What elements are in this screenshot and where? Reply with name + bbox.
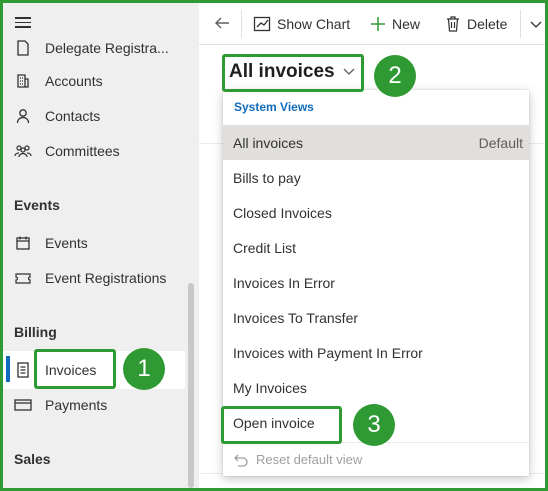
sidebar-item-label: Events [45, 235, 88, 251]
default-tag: Default [478, 134, 523, 151]
sidebar-item-committees[interactable]: Committees [3, 134, 199, 168]
sidebar-scrollbar[interactable] [188, 283, 194, 488]
command-bar: Show Chart New Delete [199, 3, 545, 45]
dropdown-header: System Views [234, 100, 314, 114]
undo-icon [234, 454, 248, 467]
view-option-bills-to-pay[interactable]: Bills to pay [223, 160, 529, 195]
sidebar-item-label: Delegate Registra... [45, 40, 169, 56]
callout-badge-3: 3 [353, 404, 395, 446]
new-button[interactable]: New [370, 13, 420, 35]
sidebar-item-label: Payments [45, 397, 108, 413]
view-option-my-invoices[interactable]: My Invoices [223, 370, 529, 405]
ticket-icon [14, 269, 32, 287]
view-option-label: Credit List [233, 239, 297, 256]
new-label: New [392, 16, 421, 32]
view-option-label: Closed Invoices [233, 204, 332, 221]
view-option-label: Invoices In Error [233, 274, 335, 291]
callout-box-open-invoice [221, 406, 342, 444]
calendar-icon [14, 234, 32, 252]
view-option-invoices-to-transfer[interactable]: Invoices To Transfer [223, 300, 529, 335]
view-option-label: Invoices with Payment In Error [233, 344, 423, 361]
sidebar-item-event-registrations[interactable]: Event Registrations [3, 261, 199, 295]
sidebar-item-events[interactable]: Events [3, 226, 199, 260]
payment-icon [14, 396, 32, 414]
view-option-label: My Invoices [233, 379, 307, 396]
view-option-all-invoices[interactable]: All invoices Default [223, 125, 529, 160]
plus-icon [371, 17, 385, 31]
delete-label: Delete [467, 16, 508, 32]
section-heading-events: Events [14, 197, 60, 213]
toolbar-divider [241, 10, 242, 38]
section-heading-billing: Billing [14, 324, 57, 340]
toolbar-divider [520, 10, 521, 38]
chevron-down-icon[interactable] [530, 17, 542, 35]
sidebar-item-label: Committees [45, 143, 120, 159]
invoice-icon [14, 361, 32, 379]
sidebar: Delegate Registra... Accounts Contacts C… [3, 3, 199, 488]
reset-default-view-button[interactable]: Reset default view [223, 442, 529, 476]
view-option-credit-list[interactable]: Credit List [223, 230, 529, 265]
view-option-label: Invoices To Transfer [233, 309, 359, 326]
sidebar-item-label: Accounts [45, 73, 103, 89]
sidebar-item-payments[interactable]: Payments [3, 388, 199, 422]
building-icon [14, 72, 32, 90]
delete-button[interactable]: Delete [445, 13, 507, 35]
reset-default-view-label: Reset default view [256, 452, 363, 467]
sidebar-item-delegate-registrations[interactable]: Delegate Registra... [3, 31, 199, 65]
view-option-invoices-in-error[interactable]: Invoices In Error [223, 265, 529, 300]
show-chart-label: Show Chart [277, 16, 351, 32]
chart-icon [253, 16, 271, 32]
show-chart-button[interactable]: Show Chart [253, 13, 350, 35]
section-heading-sales: Sales [14, 451, 51, 467]
view-option-closed-invoices[interactable]: Closed Invoices [223, 195, 529, 230]
sidebar-item-label: Event Registrations [45, 270, 167, 286]
trash-icon [447, 16, 459, 32]
view-option-invoices-payment-error[interactable]: Invoices with Payment In Error [223, 335, 529, 370]
people-group-icon [14, 142, 32, 160]
person-icon [14, 107, 32, 125]
sidebar-item-label: Contacts [45, 108, 101, 124]
callout-badge-1: 1 [123, 348, 165, 390]
callout-box-invoices [34, 349, 116, 389]
view-option-label: All invoices [233, 134, 304, 151]
view-option-label: Bills to pay [233, 169, 301, 186]
sidebar-item-accounts[interactable]: Accounts [3, 64, 199, 98]
hamburger-menu-icon[interactable] [15, 17, 31, 29]
sidebar-item-contacts[interactable]: Contacts [3, 99, 199, 133]
callout-badge-2: 2 [374, 55, 416, 97]
document-icon [14, 39, 32, 57]
back-arrow-icon[interactable] [213, 14, 231, 32]
callout-box-view-selector [222, 54, 364, 92]
